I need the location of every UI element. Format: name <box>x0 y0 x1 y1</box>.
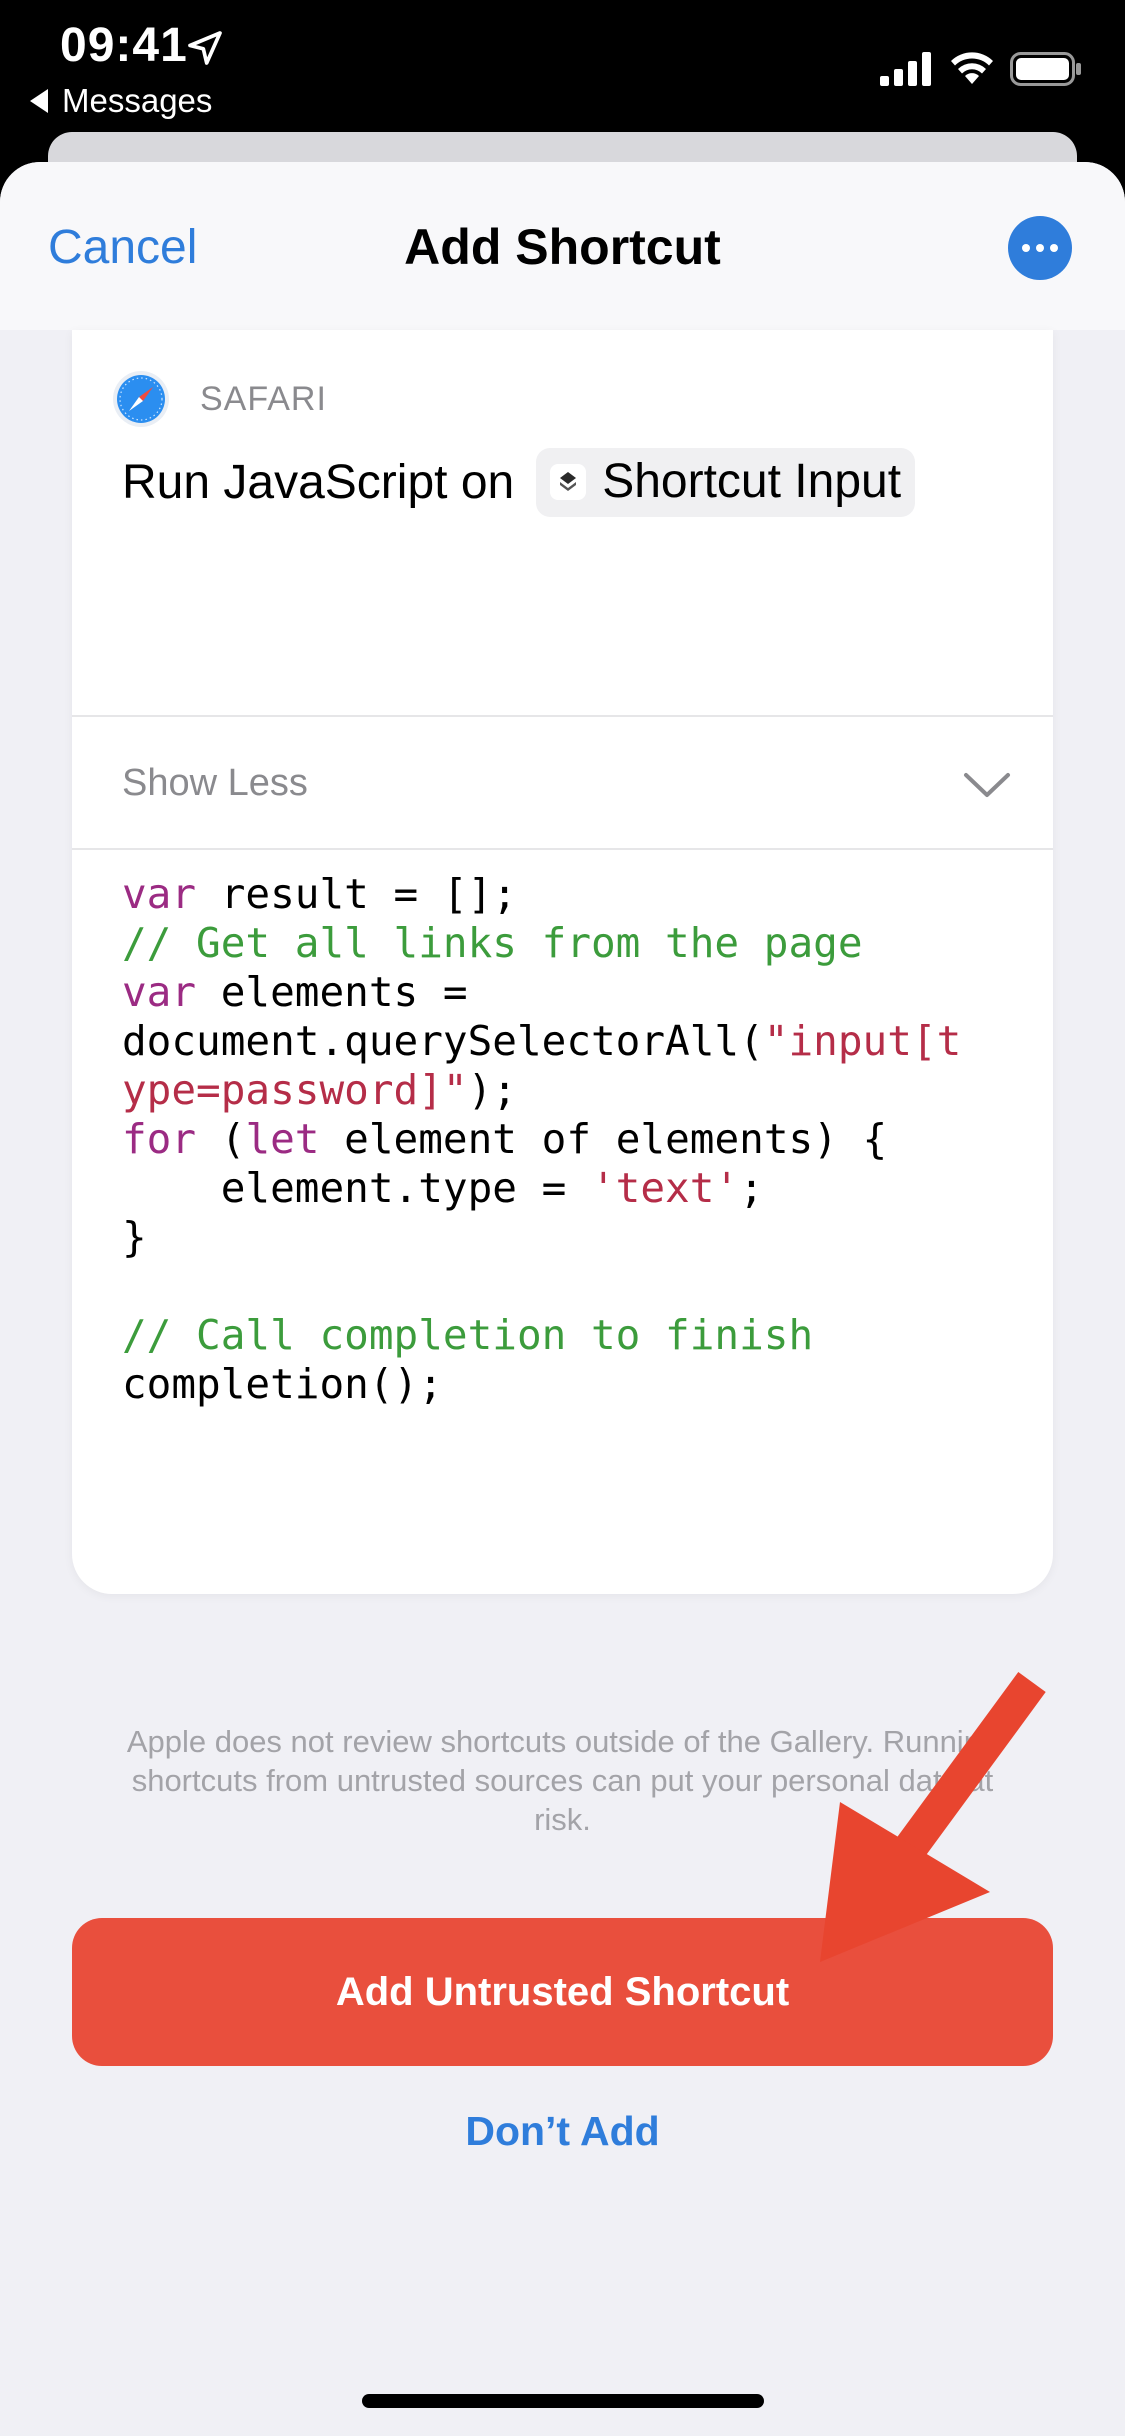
code-line-6: for (let element of elements) { <box>122 1115 888 1163</box>
shortcut-input-label: Shortcut Input <box>602 455 902 508</box>
ellipsis-dot <box>1036 244 1044 252</box>
action-app-name: SAFARI <box>200 379 327 418</box>
code-line-3: var elements = <box>122 968 468 1016</box>
shortcut-input-icon <box>550 463 587 500</box>
location-arrow-icon <box>188 31 222 65</box>
back-app-label: Messages <box>62 82 213 119</box>
divider <box>72 848 1053 850</box>
code-line-5: ype=password]"); <box>122 1066 517 1114</box>
page-title: Add Shortcut <box>404 219 721 275</box>
add-untrusted-shortcut-label: Add Untrusted Shortcut <box>335 1969 790 2014</box>
chevron-down-icon[interactable] <box>962 770 1012 800</box>
wifi-icon <box>951 52 993 84</box>
ellipsis-dot <box>1022 244 1030 252</box>
code-line-4: document.querySelectorAll("input[t <box>122 1017 962 1065</box>
more-options-button[interactable] <box>1008 216 1072 280</box>
divider <box>72 715 1053 717</box>
code-line-8: } <box>122 1213 147 1261</box>
action-description: Run JavaScript on <box>122 456 515 509</box>
action-card: SAFARI Run JavaScript on Shortcut Input … <box>72 330 1053 1594</box>
show-less-toggle[interactable]: Show Less <box>122 762 308 805</box>
shortcut-input-token[interactable]: Shortcut Input <box>536 448 916 517</box>
battery-icon <box>1010 52 1081 86</box>
status-time: 09:41 <box>60 19 188 72</box>
status-bar: 09:41 Messages <box>0 0 1125 150</box>
home-indicator[interactable] <box>362 2394 764 2408</box>
javascript-code-editor[interactable]: var result = []; // Get all links from t… <box>122 870 961 1409</box>
add-shortcut-sheet: Cancel Add Shortcut SAFARI Run JavaScrip… <box>0 162 1125 2436</box>
code-line-2: // Get all links from the page <box>122 919 863 967</box>
back-to-app-link[interactable]: Messages <box>30 82 212 120</box>
action-description-row: Run JavaScript on Shortcut Input <box>122 448 916 517</box>
nav-bar: Cancel Add Shortcut <box>0 162 1125 330</box>
safari-icon <box>113 371 169 427</box>
code-line-10: // Call completion to finish <box>122 1311 814 1359</box>
code-line-11: completion(); <box>122 1360 443 1408</box>
action-app-row: SAFARI <box>112 370 327 428</box>
cellular-signal-icon <box>880 52 931 86</box>
red-arrow-annotation-icon <box>820 1671 1046 1962</box>
back-triangle-icon <box>30 89 48 113</box>
ellipsis-dot <box>1050 244 1058 252</box>
code-line-1: var result = []; <box>122 870 517 918</box>
code-line-7: element.type = 'text'; <box>122 1164 764 1212</box>
dont-add-button[interactable]: Don’t Add <box>0 2108 1125 2155</box>
